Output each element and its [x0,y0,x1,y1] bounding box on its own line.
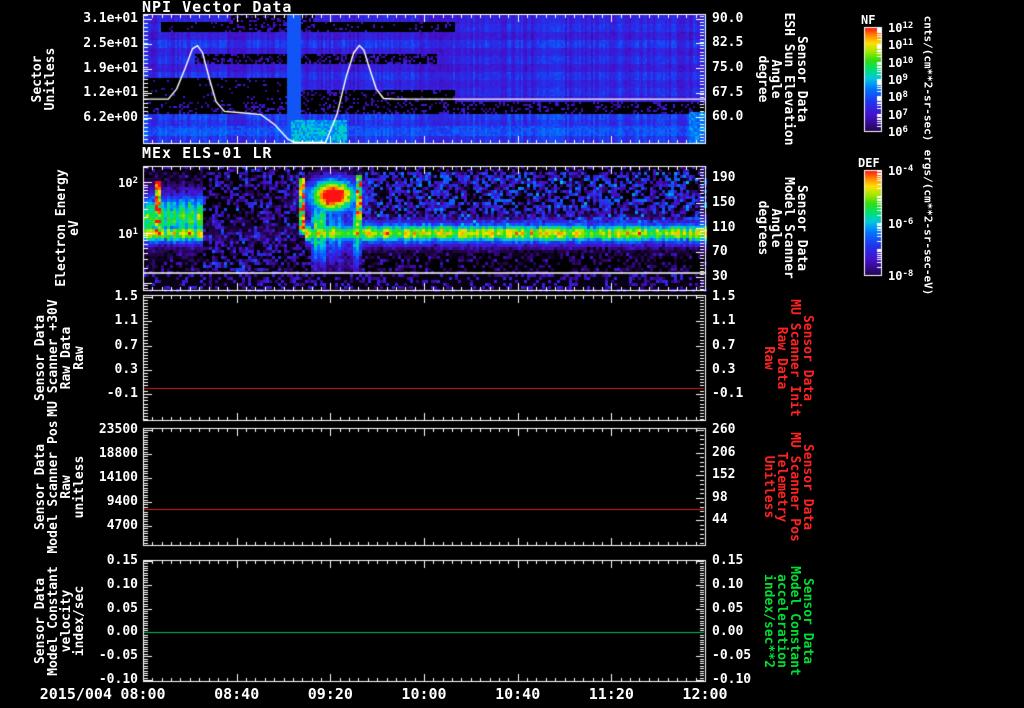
panel1-title: NPI Vector Data [142,0,293,16]
y-tick-label-right: 0.7 [712,337,736,353]
panel-els-plot-area [143,166,705,290]
panel-npi-plot-area [143,14,705,143]
panel-model-constant-plot-area [143,560,705,681]
axis-label-line: ESH Sun Elevation [781,11,796,146]
colorbar-tick-label: 1010 [888,55,914,70]
x-tick-label: 09:20 [307,685,353,703]
y-tick-label-right: 60.0 [712,109,744,125]
y-tick-label-right: -0.1 [712,386,744,402]
colorbar-nf [864,27,881,131]
left-axis-title: Sector Unitless [30,0,58,164]
colorbar-units-label: ergs/(cm**2-sr-sec-eV) [922,102,935,342]
colorbar-tick-label: 10-6 [888,216,914,231]
y-tick-label: 102 [118,176,138,191]
right-axis-title: Sensor Data Model Constant acceleration ind… [761,536,815,706]
panel-mu-scanner-30v-plot-area [143,295,705,420]
x-tick-label: 12:00 [682,685,728,703]
panel2-title: MEx ELS-01 LR [142,144,273,162]
y-tick-label-right: 30 [712,269,728,284]
y-tick-label-right: 206 [712,444,736,460]
y-tick-label-right: 260 [712,422,736,437]
y-tick-label-right: 190 [712,170,736,185]
y-tick-label-right: -0.05 [712,648,752,664]
y-tick-label-right: 0.05 [712,600,744,616]
x-tick-label: 11:20 [588,685,634,703]
y-tick-label-right: 82.5 [712,35,744,51]
axis-label-line: Model Constant [787,565,802,676]
y-tick-label-right: 90.0 [712,10,744,26]
science-plot-screen: NPI Vector Data MEx ELS-01 LR NF DEF 201… [0,0,1024,708]
colorbar-def-label: DEF [858,156,880,170]
axis-label-line: index/sec [72,585,87,656]
axis-label-line: Sensor Data [800,577,815,664]
axis-label-line: Sensor Data [794,35,809,122]
y-tick-label: 101 [118,226,138,241]
axis-label-line: acceleration [774,573,789,668]
y-tick-label-right: 0.15 [712,552,744,568]
colorbar-def [864,170,881,275]
y-tick-label-right: 152 [712,467,736,483]
axis-label-line: index/sec**2 [761,573,776,668]
left-axis-title: Sensor Data Model Constant velocity index/s… [33,536,87,706]
axis-label-line: Unitless [43,47,58,110]
y-tick-label-right: 0.00 [712,624,744,640]
colorbar-tick-label: 108 [888,90,908,105]
colorbar-tick-label: 107 [888,107,908,122]
colorbar-tick-label: 10-4 [888,164,914,178]
colorbar-tick-label: 106 [888,125,908,139]
axis-label-line: degree [755,55,770,102]
colorbar-tick-label: 10-8 [888,269,914,283]
x-tick-label: 10:00 [401,685,447,703]
y-tick-label-right: 1.1 [712,313,736,329]
colorbar-tick-label: 1011 [888,38,914,53]
y-tick-label-right: 70 [712,244,728,260]
colorbar-nf-label: NF [861,13,876,27]
y-tick-label-right: 0.10 [712,576,744,592]
y-tick-label-right: 150 [712,194,736,210]
y-tick-label-right: 98 [712,489,728,505]
right-axis-title: Sensor Data ESH Sun Elevation Angle degree [755,0,809,164]
colorbar-tick-label: 109 [888,73,908,87]
colorbar-tick-label: 1012 [888,21,914,35]
y-tick-label-right: 1.5 [712,288,736,304]
panel-scanner-pos-plot-area [143,428,705,545]
y-tick-label-right: 0.3 [712,362,736,377]
y-tick-label-right: 110 [712,219,736,235]
colorbar-units-text: ergs/(cm**2-sr-sec-eV) [921,149,935,295]
x-tick-label: 10:40 [495,685,541,703]
x-tick-label: 08:00 [120,685,166,703]
y-tick-label-right: 67.5 [712,84,744,100]
x-tick-label: 08:40 [214,685,260,703]
y-tick-label-right: 44 [712,512,728,528]
y-tick-label-right: 75.0 [712,60,744,76]
